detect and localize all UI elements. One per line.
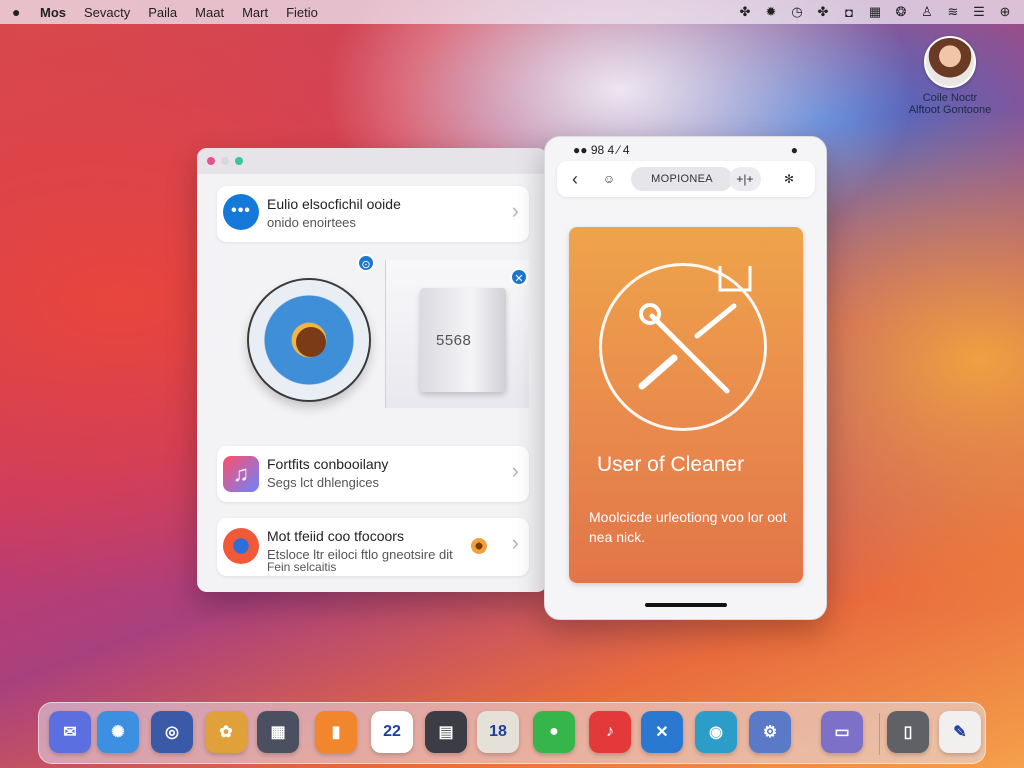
tools-circle (599, 258, 767, 431)
close-icon[interactable]: ✻ (779, 167, 799, 191)
screen-icon[interactable]: ◘ (842, 5, 856, 20)
window-titlebar (197, 148, 547, 174)
list-item[interactable]: ••• Eulio elsocfichil ooide onido enoirt… (217, 186, 529, 242)
user-name: Coile Noctr (922, 92, 978, 104)
machine-photo: 5568 (385, 260, 529, 408)
app-logo-icon (223, 528, 259, 564)
grid-icon[interactable]: ▦ (868, 4, 882, 20)
home-indicator[interactable] (645, 603, 727, 607)
list-item-subtitle-2: Fein selcaitis (267, 560, 337, 574)
list-item[interactable]: Mot tfeiid coo tfocoors Etsloce ltr eilo… (217, 518, 529, 576)
chevron-right-icon: › (511, 198, 519, 223)
menu-icon[interactable]: ☰ (972, 4, 986, 20)
gear-icon[interactable]: ✹ (764, 4, 778, 20)
notes-icon[interactable]: ✎ (939, 711, 981, 753)
feature-description: Moolcicde urleotiong voo lor oot nea nic… (589, 509, 787, 545)
feature-title: User of Cleaner (597, 453, 745, 476)
dock-separator (879, 713, 880, 755)
photos-icon[interactable]: ✿ (205, 711, 247, 753)
user-badge[interactable]: Coile Noctr Alftoot Gontoone (898, 36, 1002, 116)
add-button[interactable]: +|+ (729, 167, 761, 191)
windows-icon[interactable]: ▦ (257, 711, 299, 753)
wifi-icon[interactable]: ≋ (946, 4, 960, 20)
calendar-icon[interactable]: 22 (371, 711, 413, 753)
messages-icon[interactable]: ● (533, 711, 575, 753)
puzzle-icon[interactable]: ✤ (816, 4, 830, 20)
list-item[interactable]: ♫ Fortfits conbooilany Segs lct dhlengic… (217, 446, 529, 502)
avatar[interactable] (924, 36, 976, 88)
user-icon[interactable]: ♙ (920, 4, 934, 20)
mode-pill-button[interactable]: MOPIONEA (631, 167, 733, 191)
close-badge[interactable]: ✕ (510, 268, 528, 286)
menu-item-1[interactable]: Sevacty (84, 5, 130, 20)
camera-icon[interactable]: ◉ (695, 711, 737, 753)
list-item-subtitle: onido enoirtees (267, 215, 356, 230)
trash-icon[interactable]: ▯ (887, 711, 929, 753)
menu-item-2[interactable]: Paila (148, 5, 177, 20)
pages-icon[interactable]: ▮ (315, 711, 357, 753)
settings-app-icon[interactable]: ⚙ (749, 711, 791, 753)
folder-icon[interactable]: ▭ (821, 711, 863, 753)
list-item-subtitle: Segs lct dhlengices (267, 475, 380, 490)
mail-icon[interactable]: ✉ (49, 711, 91, 753)
music-note-icon: ♫ (223, 456, 259, 492)
back-button[interactable]: ‹ (565, 167, 585, 191)
music-icon[interactable]: ♪ (589, 711, 631, 753)
settings-icon[interactable]: ⊕ (998, 4, 1012, 20)
grid-app-icon[interactable]: ▤ (425, 711, 467, 753)
zoom-window-button[interactable] (235, 157, 243, 165)
list-item-title: Mot tfeiid coo tfocoors (267, 528, 404, 544)
feature-card[interactable]: User of Cleaner Moolcicde urleotiong voo… (569, 227, 803, 583)
left-window: ••• Eulio elsocfichil ooide onido enoirt… (197, 148, 547, 592)
device-label: 5568 (436, 332, 472, 349)
status-dot-icon: ● (790, 143, 798, 157)
safari-icon[interactable]: ✺ (97, 711, 139, 753)
info-badge[interactable]: ⊙ (357, 254, 375, 272)
launchpad-icon[interactable]: ◎ (151, 711, 193, 753)
user-subtitle: Alftoot Gontoone (908, 104, 992, 116)
menu-app-name[interactable]: Mos (40, 5, 66, 20)
device-image: 5568 (420, 288, 506, 392)
menu-item-4[interactable]: Mart (242, 5, 268, 20)
nav-bar: ‹ ☺ MOPIONEA +|+ ✻ (557, 161, 815, 197)
face-icon[interactable]: ☺ (597, 167, 621, 191)
status-area: ✤ ✹ ◷ ✤ ◘ ▦ ❂ ♙ ≋ ☰ ⊕ (738, 0, 1012, 24)
numbers-app-icon[interactable]: 18 (477, 711, 519, 753)
menu-bar: ● Mos Sevacty Paila Maat Mart Fietio ✤ ✹… (0, 0, 1024, 24)
account-icon[interactable]: ❂ (894, 4, 908, 20)
chevron-right-icon: › (511, 458, 519, 483)
phone-status-bar: ●● 98 4 ⁄ 4 (573, 143, 630, 157)
close-window-button[interactable] (207, 157, 215, 165)
menu-item-5[interactable]: Fietio (286, 5, 318, 20)
apple-icon[interactable]: ● (12, 4, 26, 20)
list-item-title: Fortfits conbooilany (267, 456, 389, 472)
list-item-title: Eulio elsocfichil ooide (267, 196, 401, 212)
chevron-right-icon: › (511, 530, 519, 555)
puzzle-icon[interactable]: ✤ (738, 4, 752, 20)
more-icon: ••• (223, 194, 259, 230)
appstore-icon[interactable]: ✕ (641, 711, 683, 753)
clock-icon[interactable]: ◷ (790, 4, 804, 20)
coin-icon (471, 538, 487, 554)
minimize-window-button[interactable] (221, 157, 229, 165)
right-window: ●● 98 4 ⁄ 4 ● ‹ ☺ MOPIONEA +|+ ✻ User of… (544, 136, 827, 620)
cleaner-logo-icon (296, 327, 326, 357)
wrench-icon (638, 258, 752, 394)
disk-image (247, 278, 371, 402)
menu-item-3[interactable]: Maat (195, 5, 224, 20)
dock: ✉ ✺ ◎ ✿ ▦ ▮ 22 ▤ 18 ● ♪ ✕ ◉ ⚙ ▭ ▯ ✎ (38, 702, 986, 764)
